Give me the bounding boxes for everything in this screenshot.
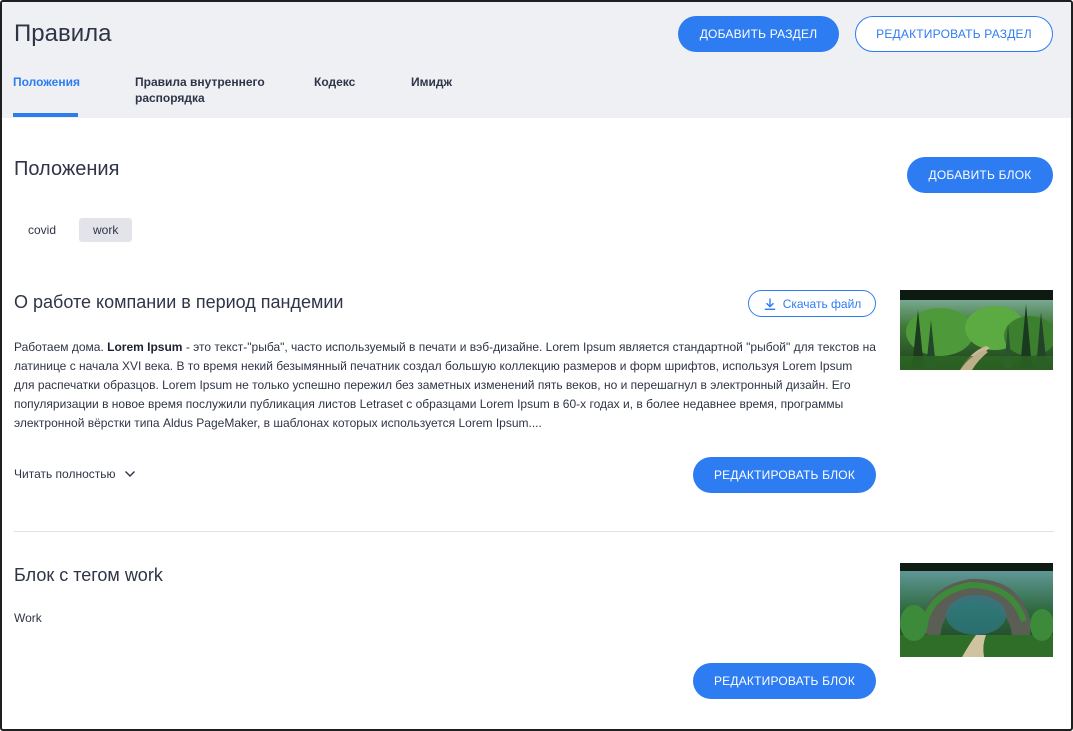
block-image bbox=[900, 563, 1053, 657]
download-file-button[interactable]: Скачать файл bbox=[748, 290, 876, 317]
active-tab-indicator bbox=[13, 113, 78, 117]
block-text-bold: Lorem Ipsum bbox=[107, 340, 183, 354]
block-image bbox=[900, 290, 1053, 370]
download-icon bbox=[763, 297, 777, 311]
section-title: Положения bbox=[14, 158, 120, 180]
edit-block-button[interactable]: РЕДАКТИРОВАТЬ БЛОК bbox=[693, 663, 876, 699]
rock-cave-aquascape-image bbox=[900, 563, 1053, 657]
read-more-toggle[interactable]: Читать полностью bbox=[14, 467, 136, 481]
add-block-button[interactable]: ДОБАВИТЬ БЛОК bbox=[907, 157, 1053, 193]
read-more-label: Читать полностью bbox=[14, 467, 116, 481]
tab-internal-rules[interactable]: Правила внутреннего распорядка bbox=[135, 74, 275, 106]
block-text-intro: Работаем дома. bbox=[14, 340, 108, 354]
block-title: Блок с тегом work bbox=[14, 565, 163, 585]
tab-codex[interactable]: Кодекс bbox=[314, 74, 355, 90]
divider bbox=[14, 531, 1054, 532]
add-section-button[interactable]: ДОБАВИТЬ РАЗДЕЛ bbox=[678, 16, 839, 52]
tab-image[interactable]: Имидж bbox=[411, 74, 452, 90]
block-text: Работаем дома. Lorem Ipsum - это текст-"… bbox=[14, 338, 876, 433]
chevron-down-icon bbox=[124, 467, 136, 481]
tag-covid[interactable]: covid bbox=[14, 218, 70, 242]
tab-polozheniya[interactable]: Положения bbox=[13, 74, 80, 90]
download-file-label: Скачать файл bbox=[782, 296, 862, 311]
page-title: Правила bbox=[14, 20, 112, 47]
tag-work[interactable]: work bbox=[79, 218, 133, 242]
page-header: Правила ДОБАВИТЬ РАЗДЕЛ РЕДАКТИРОВАТЬ РА… bbox=[2, 2, 1071, 118]
forest-aquascape-image bbox=[900, 290, 1053, 370]
block-title: О работе компании в период пандемии bbox=[14, 292, 344, 312]
edit-section-button[interactable]: РЕДАКТИРОВАТЬ РАЗДЕЛ bbox=[855, 16, 1053, 52]
app-window: Правила ДОБАВИТЬ РАЗДЕЛ РЕДАКТИРОВАТЬ РА… bbox=[0, 0, 1073, 731]
block-text: Work bbox=[14, 611, 42, 625]
edit-block-button[interactable]: РЕДАКТИРОВАТЬ БЛОК bbox=[693, 457, 876, 493]
